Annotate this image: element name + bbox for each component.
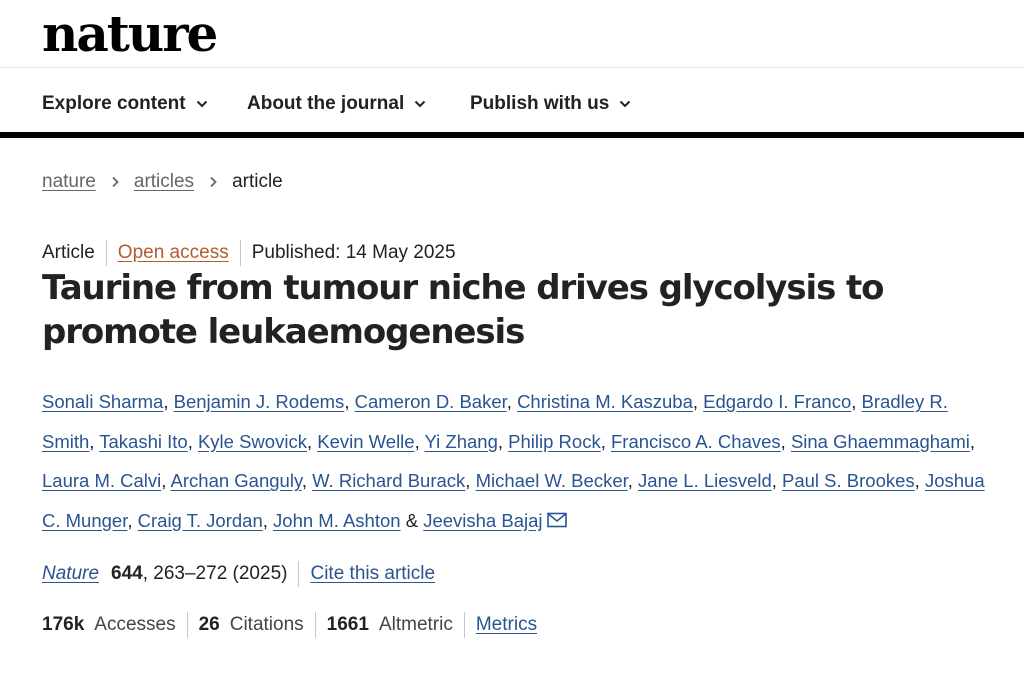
citations-count: 26 — [198, 614, 220, 635]
author-link[interactable]: Kyle Swovick — [198, 431, 307, 452]
author-link[interactable]: Jeevisha Bajaj — [423, 510, 542, 531]
author-link[interactable]: Paul S. Brookes — [782, 470, 915, 491]
altmetric-label: Altmetric — [378, 614, 453, 635]
chevron-right-icon — [210, 176, 217, 188]
chevron-down-icon — [620, 100, 631, 108]
author-link[interactable]: Kevin Welle — [317, 431, 414, 452]
author-link[interactable]: Christina M. Kaszuba — [517, 391, 693, 412]
article-metrics: 176k Accesses 26 Citations 1661 Altmetri… — [42, 612, 537, 638]
nav-explore-content[interactable]: Explore content — [42, 92, 208, 116]
nav-label: Publish with us — [470, 93, 610, 114]
author-link[interactable]: Takashi Ito — [99, 431, 187, 452]
chevron-down-icon — [415, 100, 426, 108]
mail-icon[interactable] — [546, 512, 567, 528]
journal-link[interactable]: Nature — [42, 562, 99, 586]
author-link[interactable]: Francisco A. Chaves — [611, 431, 781, 452]
open-access-link[interactable]: Open access — [118, 241, 229, 265]
author-link[interactable]: Michael W. Becker — [476, 470, 628, 491]
accesses-count: 176k — [42, 614, 85, 635]
cite-this-article-link[interactable]: Cite this article — [310, 562, 435, 586]
divider — [105, 240, 107, 266]
author-link[interactable]: John M. Ashton — [273, 510, 401, 531]
pages-year: , 263–272 (2025) — [142, 563, 288, 584]
author-link[interactable]: Laura M. Calvi — [42, 470, 161, 491]
author-link[interactable]: Sina Ghaemmaghami — [791, 431, 970, 452]
divider — [186, 612, 188, 638]
article-meta: Article Open access Published: 14 May 20… — [42, 240, 456, 266]
divider — [463, 612, 465, 638]
breadcrumb-current: article — [232, 171, 283, 192]
article-title: Taurine from tumour niche drives glycoly… — [42, 268, 884, 352]
breadcrumb-articles[interactable]: articles — [134, 170, 194, 194]
masthead: nature — [0, 0, 1024, 68]
author-link[interactable]: Jane L. Liesveld — [638, 470, 772, 491]
breadcrumb-nature[interactable]: nature — [42, 170, 96, 194]
chevron-right-icon — [112, 176, 119, 188]
nature-logo[interactable]: nature — [42, 4, 218, 64]
nav-publish-with-us[interactable]: Publish with us — [470, 92, 631, 116]
author-link[interactable]: Craig T. Jordan — [138, 510, 263, 531]
author-list: Sonali Sharma, Benjamin J. Rodems, Camer… — [42, 391, 985, 531]
author-link[interactable]: Edgardo I. Franco — [703, 391, 851, 412]
author-link[interactable]: W. Richard Burack — [312, 470, 465, 491]
author-link[interactable]: Yi Zhang — [425, 431, 498, 452]
breadcrumb: nature articles article — [42, 170, 283, 194]
citations-label: Citations — [229, 614, 304, 635]
divider — [314, 612, 316, 638]
author-link[interactable]: Cameron D. Baker — [355, 391, 507, 412]
author-link[interactable]: Archan Ganguly — [171, 470, 302, 491]
nav-label: About the journal — [247, 93, 405, 114]
author-link[interactable]: Sonali Sharma — [42, 391, 163, 412]
nav-label: Explore content — [42, 93, 186, 114]
article-type: Article — [42, 242, 95, 263]
published-date: Published: 14 May 2025 — [251, 242, 456, 263]
metrics-link[interactable]: Metrics — [476, 613, 537, 637]
nav-about-journal[interactable]: About the journal — [247, 92, 426, 116]
volume-number: 644 — [111, 563, 143, 584]
author-link[interactable]: Benjamin J. Rodems — [174, 391, 345, 412]
author-link[interactable]: Philip Rock — [508, 431, 601, 452]
chevron-down-icon — [196, 100, 207, 108]
divider — [239, 240, 241, 266]
accesses-label: Accesses — [94, 614, 176, 635]
divider — [298, 561, 300, 587]
citation-line: Nature 644 , 263–272 (2025) Cite this ar… — [42, 561, 435, 587]
main-nav: Explore content About the journal Publis… — [0, 68, 1024, 138]
altmetric-score: 1661 — [326, 614, 369, 635]
